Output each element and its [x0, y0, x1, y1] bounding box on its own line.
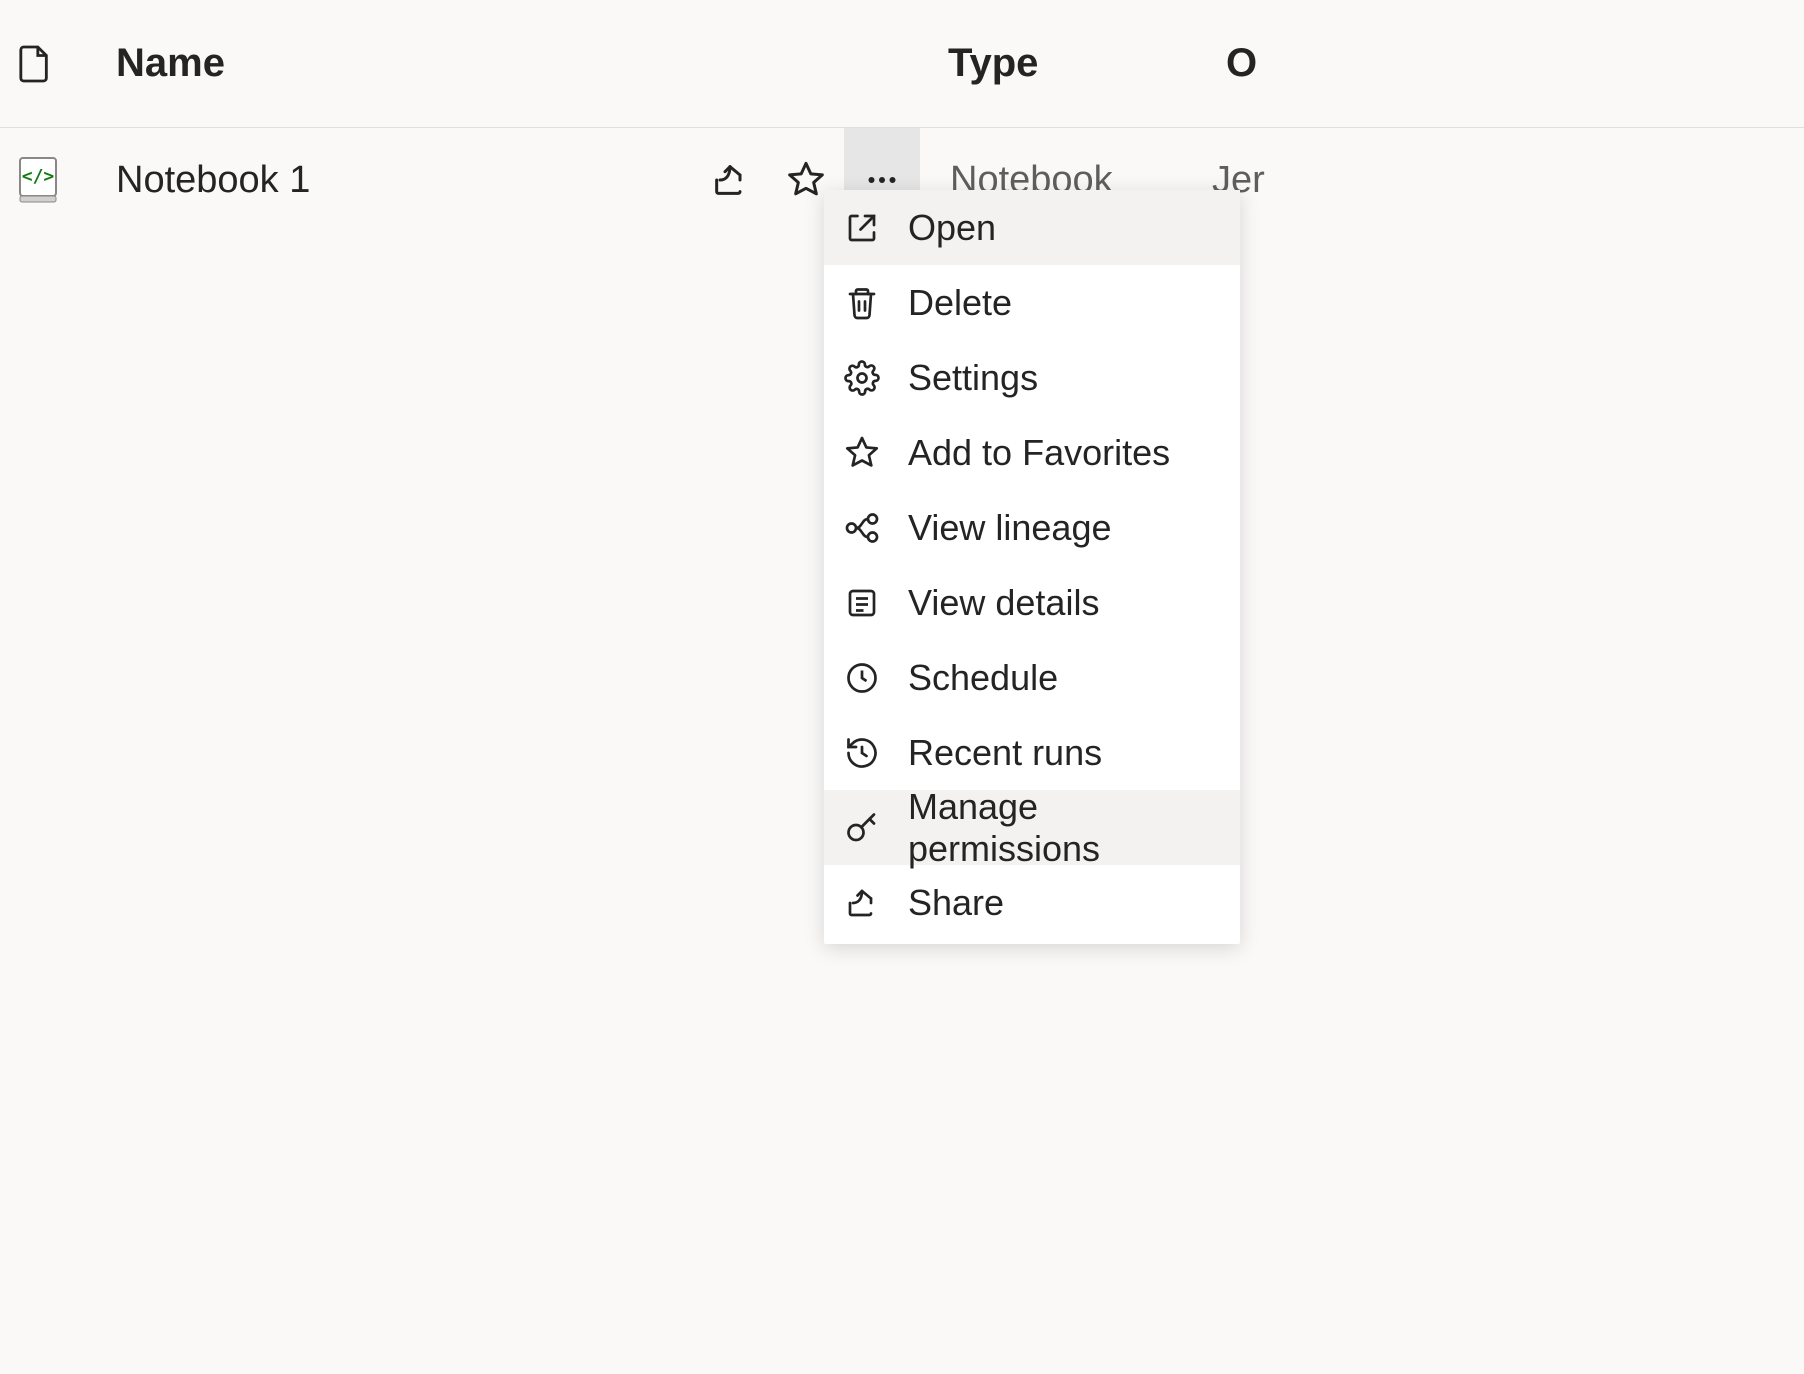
share-icon: [844, 885, 908, 921]
menu-label: View lineage: [908, 507, 1111, 549]
menu-label: Open: [908, 207, 996, 249]
menu-item-view-details[interactable]: View details: [824, 565, 1240, 640]
key-icon: [844, 810, 908, 846]
menu-item-settings[interactable]: Settings: [824, 340, 1240, 415]
menu-item-manage-permissions[interactable]: Manage permissions: [824, 790, 1240, 865]
share-icon: [710, 160, 750, 200]
trash-icon: [844, 285, 908, 321]
menu-item-add-favorites[interactable]: Add to Favorites: [824, 415, 1240, 490]
menu-item-delete[interactable]: Delete: [824, 265, 1240, 340]
gear-icon: [844, 360, 908, 396]
menu-item-recent-runs[interactable]: Recent runs: [824, 715, 1240, 790]
column-header-name[interactable]: Name: [116, 41, 948, 86]
notebook-cell-icon: </>: [18, 156, 116, 204]
table-header: Name Type O: [0, 0, 1804, 128]
details-icon: [844, 585, 908, 621]
menu-label: Schedule: [908, 657, 1058, 699]
menu-item-open[interactable]: Open: [824, 190, 1240, 265]
header-file-icon: [18, 44, 116, 84]
column-header-type[interactable]: Type: [948, 41, 1226, 86]
column-header-owner[interactable]: O: [1226, 41, 1257, 86]
svg-text:</>: </>: [22, 166, 55, 187]
star-icon: [844, 435, 908, 471]
menu-item-share[interactable]: Share: [824, 865, 1240, 940]
history-icon: [844, 735, 908, 771]
menu-item-view-lineage[interactable]: View lineage: [824, 490, 1240, 565]
menu-label: View details: [908, 582, 1099, 624]
menu-label: Delete: [908, 282, 1012, 324]
menu-label: Share: [908, 882, 1004, 924]
menu-label: Add to Favorites: [908, 432, 1170, 474]
lineage-icon: [844, 510, 908, 546]
context-menu: Open Delete Settings Add to Favorites: [824, 190, 1240, 944]
row-name[interactable]: Notebook 1: [116, 159, 692, 202]
menu-label: Recent runs: [908, 732, 1102, 774]
open-icon: [844, 210, 908, 246]
share-button[interactable]: [692, 128, 768, 232]
menu-item-schedule[interactable]: Schedule: [824, 640, 1240, 715]
clock-icon: [844, 660, 908, 696]
menu-label: Manage permissions: [908, 786, 1240, 870]
star-icon: [786, 160, 826, 200]
menu-label: Settings: [908, 357, 1038, 399]
